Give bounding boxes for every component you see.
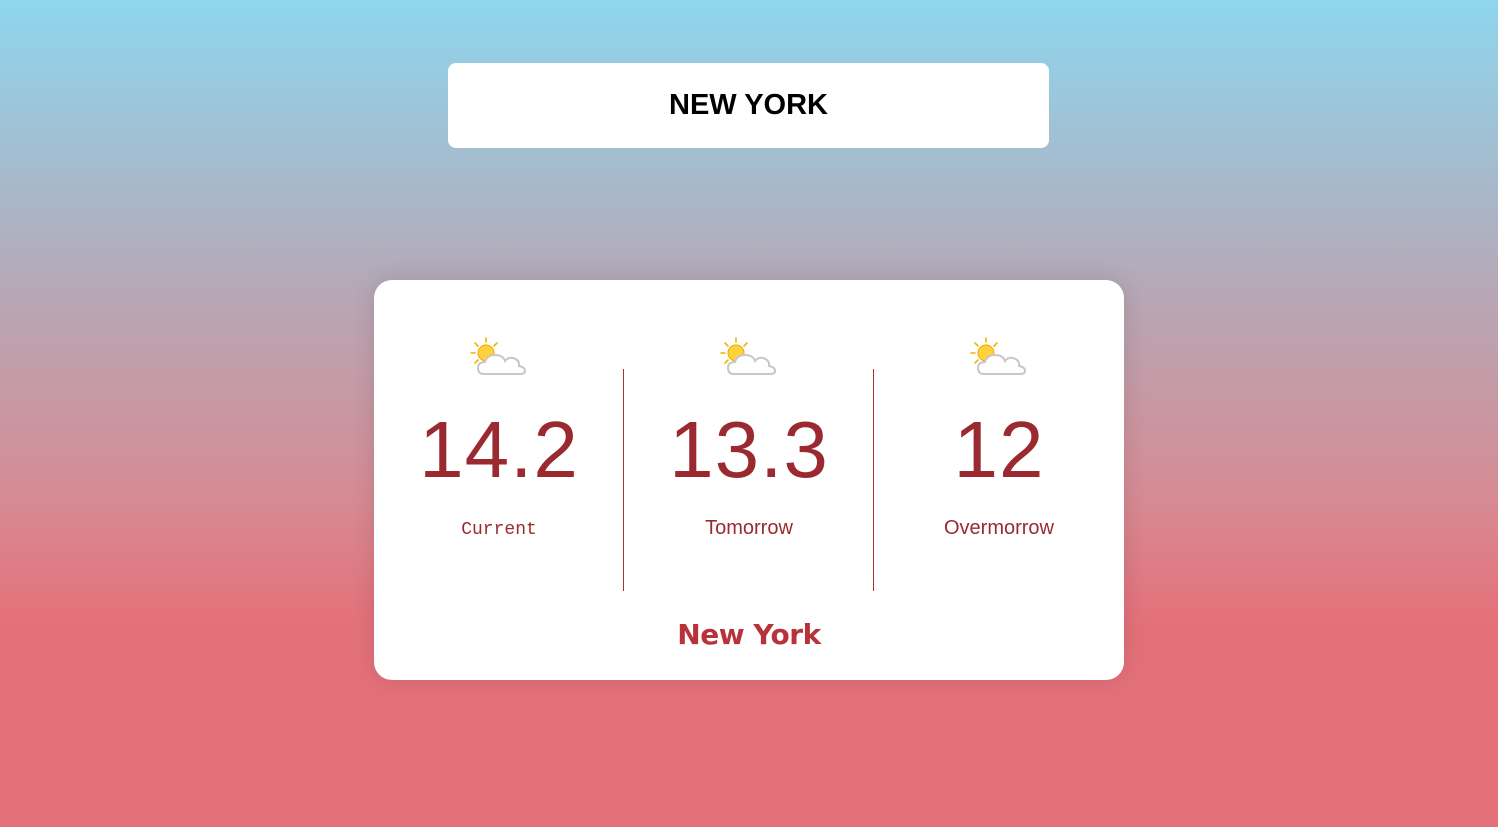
forecast-current: 14.2 Current	[374, 280, 624, 590]
forecast-label: Current	[461, 520, 537, 540]
temperature-value: 14.2	[419, 405, 579, 494]
forecast-tomorrow: 13.3 Tomorrow	[624, 280, 874, 590]
partly-cloudy-icon	[970, 337, 1026, 375]
forecast-overmorrow: 12 Overmorrow	[874, 280, 1124, 590]
city-search-input[interactable]	[448, 63, 1049, 148]
search-box[interactable]	[448, 63, 1049, 148]
partly-cloudy-icon	[720, 337, 776, 375]
forecast-label: Tomorrow	[705, 517, 793, 539]
city-name: New York	[677, 618, 821, 651]
temperature-value: 13.3	[669, 405, 829, 494]
weather-card: 14.2 Current 13.3 Tomorrow 12 Overmorrow…	[374, 280, 1124, 680]
forecast-label: Overmorrow	[943, 517, 1054, 539]
temperature-value: 12	[953, 405, 1045, 494]
partly-cloudy-icon	[470, 337, 526, 375]
